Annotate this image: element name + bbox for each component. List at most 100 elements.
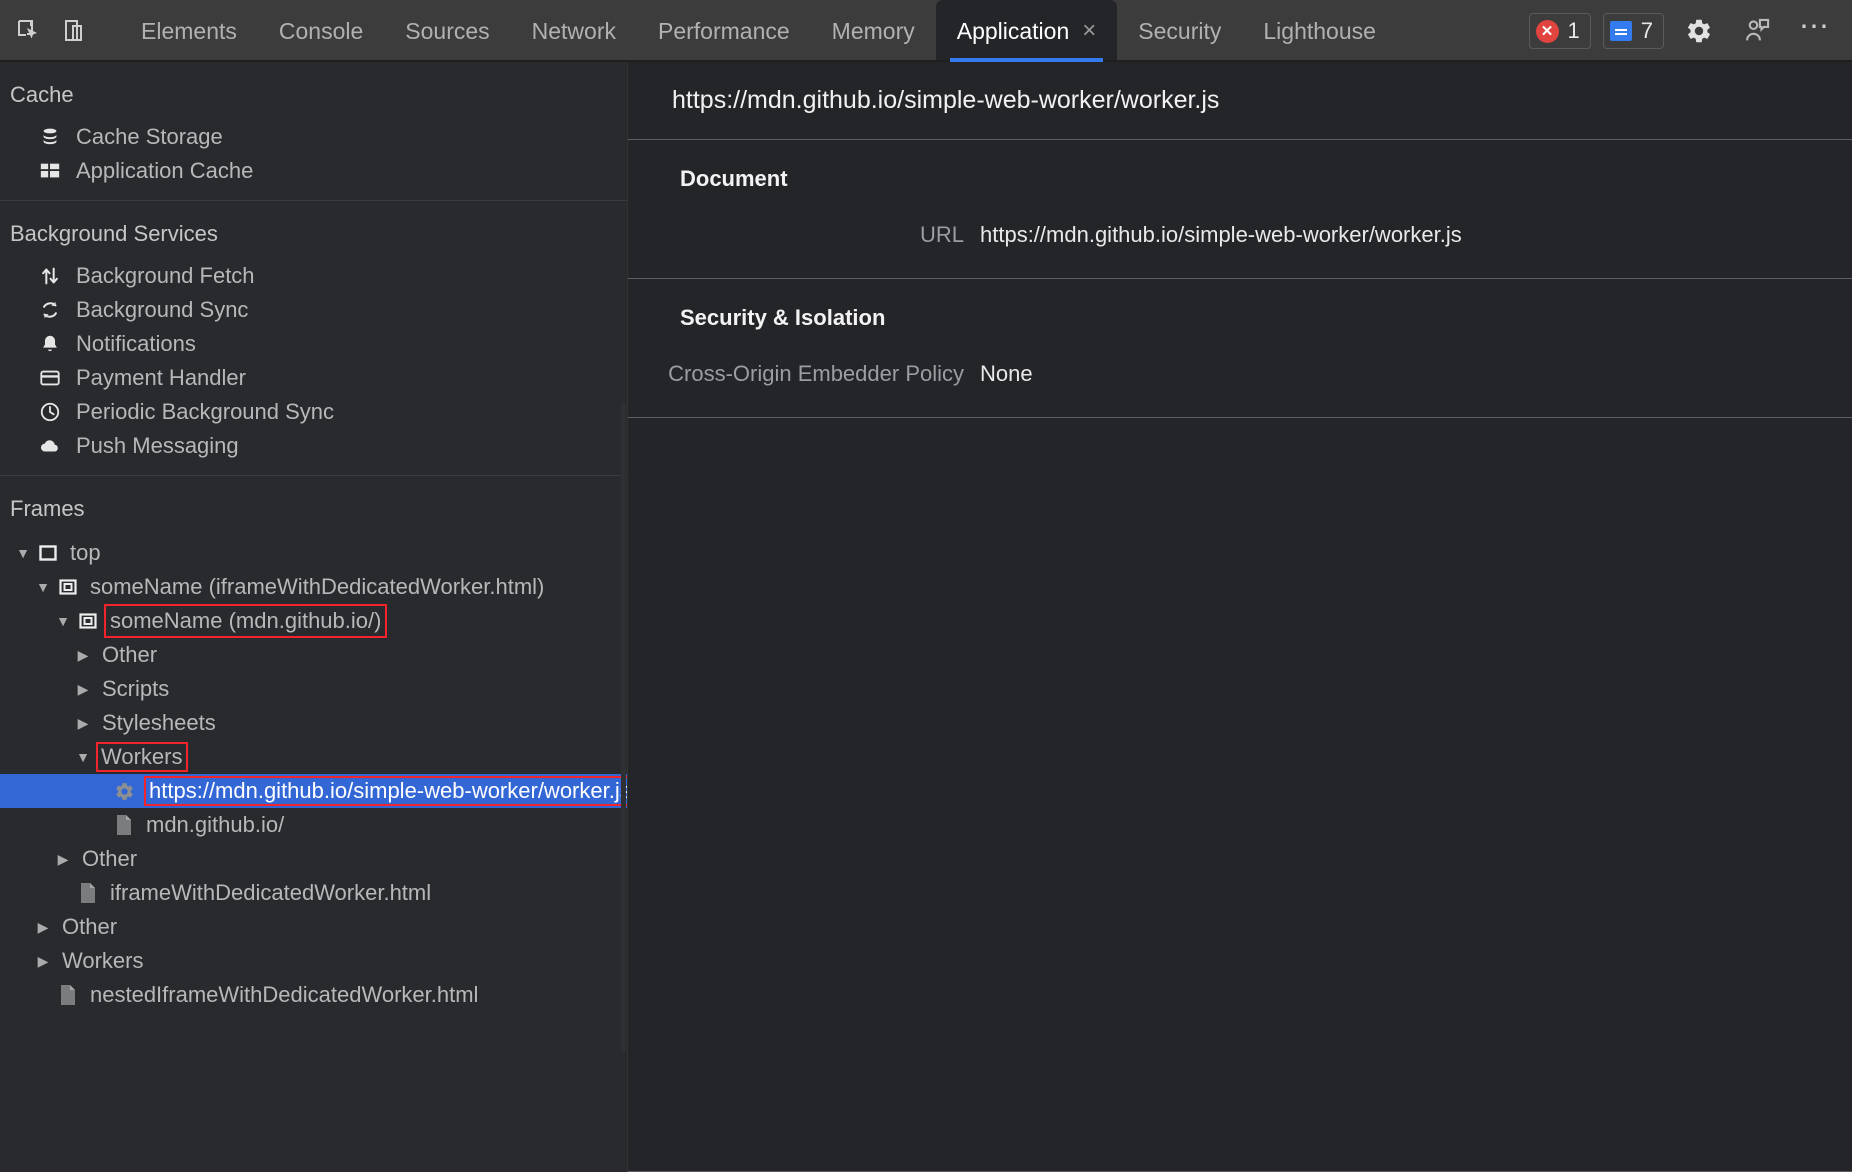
tab-application[interactable]: Application ×: [936, 0, 1118, 62]
device-toolbar-icon[interactable]: [52, 8, 98, 54]
sidebar-scrollbar[interactable]: [621, 402, 626, 1052]
tree-row-other-3[interactable]: ▶ Other: [0, 910, 627, 944]
field-url: URL https://mdn.github.io/simple-web-wor…: [628, 222, 1852, 248]
chevron-right-icon[interactable]: ▶: [54, 851, 72, 868]
tab-label: Memory: [832, 18, 915, 45]
tree-row-frame-iframewithdedicatedworker[interactable]: ▼ someName (iframeWithDedicatedWorker.ht…: [0, 570, 627, 604]
section-title-background-services: Background Services: [0, 215, 627, 259]
chevron-down-icon[interactable]: ▼: [34, 579, 52, 595]
message-icon: [1610, 21, 1632, 41]
tab-elements[interactable]: Elements: [120, 0, 258, 62]
sidebar-item-notifications[interactable]: Notifications: [0, 327, 627, 361]
sidebar-item-periodic-background-sync[interactable]: Periodic Background Sync: [0, 395, 627, 429]
devtools-body: Cache Cache Storage: [0, 62, 1852, 1172]
chevron-right-icon[interactable]: ▶: [74, 681, 92, 698]
field-coep: Cross-Origin Embedder Policy None: [628, 361, 1852, 387]
iframe-icon: [56, 575, 80, 599]
sync-refresh-icon: [38, 298, 62, 322]
tree-row-nestediframewithdedicatedworker-html[interactable]: nestedIframeWithDedicatedWorker.html: [0, 978, 627, 1012]
tree-row-other-1[interactable]: ▶ Other: [0, 638, 627, 672]
sidebar-item-label: Application Cache: [76, 158, 253, 184]
tab-security[interactable]: Security: [1117, 0, 1242, 62]
field-label: URL: [628, 222, 980, 248]
inspect-element-icon[interactable]: [6, 8, 52, 54]
tree-row-iframewithdedicatedworker-html[interactable]: iframeWithDedicatedWorker.html: [0, 876, 627, 910]
tab-label: Application: [957, 18, 1070, 45]
tree-row-label: nestedIframeWithDedicatedWorker.html: [90, 982, 478, 1008]
sidebar-item-push-messaging[interactable]: Push Messaging: [0, 429, 627, 463]
sidebar-item-background-sync[interactable]: Background Sync: [0, 293, 627, 327]
tree-row-other-2[interactable]: ▶ Other: [0, 842, 627, 876]
application-sidebar[interactable]: Cache Cache Storage: [0, 62, 628, 1172]
tree-row-label: top: [70, 540, 101, 566]
tree-row-workers-expanded[interactable]: ▼ Workers: [0, 740, 627, 774]
gear-icon[interactable]: [1676, 8, 1722, 54]
chevron-right-icon[interactable]: ▶: [34, 953, 52, 970]
tree-row-frame-mdn-github-io[interactable]: ▼ someName (mdn.github.io/): [0, 604, 627, 638]
sidebar-section-cache: Cache Cache Storage: [0, 62, 627, 200]
panel-empty-area: [628, 418, 1852, 1171]
chevron-right-icon[interactable]: ▶: [34, 919, 52, 936]
sidebar-item-label: Payment Handler: [76, 365, 246, 391]
chevron-down-icon[interactable]: ▼: [74, 749, 92, 765]
sidebar-item-label: Background Fetch: [76, 263, 255, 289]
tree-row-label: Stylesheets: [102, 710, 216, 736]
tab-performance[interactable]: Performance: [637, 0, 811, 62]
devtools-toolbar: Elements Console Sources Network Perform…: [0, 0, 1852, 62]
field-label: Cross-Origin Embedder Policy: [628, 361, 980, 387]
tab-lighthouse[interactable]: Lighthouse: [1242, 0, 1397, 62]
error-icon: ✕: [1536, 20, 1559, 43]
frame-icon: [36, 541, 60, 565]
tab-label: Console: [279, 18, 363, 45]
tab-network[interactable]: Network: [511, 0, 637, 62]
sidebar-item-label: Notifications: [76, 331, 196, 357]
sidebar-item-payment-handler[interactable]: Payment Handler: [0, 361, 627, 395]
tab-sources[interactable]: Sources: [384, 0, 510, 62]
feedback-person-icon[interactable]: [1734, 8, 1780, 54]
tab-console[interactable]: Console: [258, 0, 384, 62]
sidebar-item-label: Periodic Background Sync: [76, 399, 334, 425]
clock-icon: [38, 400, 62, 424]
tree-row-stylesheets[interactable]: ▶ Stylesheets: [0, 706, 627, 740]
message-count-button[interactable]: 7: [1603, 13, 1664, 49]
tree-row-label: Workers: [62, 948, 144, 974]
field-value[interactable]: https://mdn.github.io/simple-web-worker/…: [980, 222, 1462, 248]
sidebar-item-application-cache[interactable]: Application Cache: [0, 154, 627, 188]
tree-row-mdn-github-io-doc[interactable]: mdn.github.io/: [0, 808, 627, 842]
error-count: 1: [1568, 18, 1580, 44]
section-heading-document: Document: [628, 166, 1852, 192]
document-icon: [76, 881, 100, 905]
tree-row-workers-collapsed[interactable]: ▶ Workers: [0, 944, 627, 978]
tab-label: Sources: [405, 18, 489, 45]
grid-icon: [38, 159, 62, 183]
section-document: Document URL https://mdn.github.io/simpl…: [628, 140, 1852, 279]
sidebar-section-frames: Frames ▼ top ▼ someName (iframeWith: [0, 475, 627, 1024]
sidebar-item-cache-storage[interactable]: Cache Storage: [0, 120, 627, 154]
tree-row-scripts[interactable]: ▶ Scripts: [0, 672, 627, 706]
tree-row-label: https://mdn.github.io/simple-web-worker/…: [146, 778, 628, 804]
chevron-right-icon[interactable]: ▶: [74, 715, 92, 732]
chevron-right-icon[interactable]: ▶: [74, 647, 92, 664]
database-icon: [38, 125, 62, 149]
chevron-down-icon[interactable]: ▼: [14, 545, 32, 561]
section-security-isolation: Security & Isolation Cross-Origin Embedd…: [628, 279, 1852, 418]
close-icon[interactable]: ×: [1082, 19, 1096, 43]
tree-row-label: Other: [102, 642, 157, 668]
cloud-icon: [38, 434, 62, 458]
tab-memory[interactable]: Memory: [811, 0, 936, 62]
frames-tree[interactable]: ▼ top ▼ someName (iframeWithDedicatedWor…: [0, 534, 627, 1012]
more-options-icon[interactable]: ⋯: [1792, 8, 1838, 54]
more-dots: ⋯: [1799, 19, 1831, 44]
tree-row-worker-js-selected[interactable]: https://mdn.github.io/simple-web-worker/…: [0, 774, 627, 808]
page-title: https://mdn.github.io/simple-web-worker/…: [628, 62, 1852, 140]
bell-icon: [38, 332, 62, 356]
tree-row-top[interactable]: ▼ top: [0, 536, 627, 570]
sidebar-item-label: Cache Storage: [76, 124, 223, 150]
frame-details-panel: https://mdn.github.io/simple-web-worker/…: [628, 62, 1852, 1172]
arrows-up-down-icon: [38, 264, 62, 288]
field-value: None: [980, 361, 1033, 387]
message-count: 7: [1641, 18, 1653, 44]
error-count-button[interactable]: ✕ 1: [1529, 13, 1591, 49]
sidebar-item-background-fetch[interactable]: Background Fetch: [0, 259, 627, 293]
chevron-down-icon[interactable]: ▼: [54, 613, 72, 629]
